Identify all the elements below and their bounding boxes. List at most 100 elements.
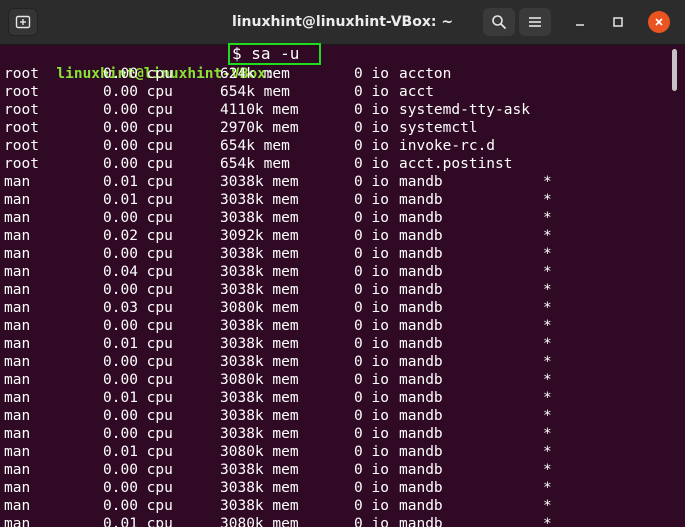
row-cpu: 0.00 cpu <box>103 282 173 298</box>
minimize-button[interactable] <box>570 12 590 32</box>
row-io: 0 io <box>354 462 389 478</box>
row-cpu: 0.01 cpu <box>103 174 173 190</box>
row-mem: 654k mem <box>220 156 290 172</box>
row-cpu: 0.00 cpu <box>103 408 173 424</box>
row-cmd: mandb <box>399 282 443 298</box>
row-user: man <box>4 318 31 334</box>
new-tab-icon <box>15 15 31 29</box>
row-mem: 2970k mem <box>220 120 299 136</box>
row-mem: 3038k mem <box>220 318 299 334</box>
row-user: man <box>4 498 31 514</box>
row-mem: 3038k mem <box>220 174 299 190</box>
row-io: 0 io <box>354 444 389 460</box>
row-flag: * <box>543 210 552 226</box>
row-io: 0 io <box>354 174 389 190</box>
row-flag: * <box>543 444 552 460</box>
search-icon <box>492 15 506 29</box>
row-flag: * <box>543 318 552 334</box>
row-flag: * <box>543 498 552 514</box>
row-user: man <box>4 300 31 316</box>
row-mem: 3038k mem <box>220 336 299 352</box>
maximize-icon <box>613 17 623 27</box>
row-io: 0 io <box>354 516 389 527</box>
row-cmd: mandb <box>399 228 443 244</box>
row-cmd: mandb <box>399 210 443 226</box>
row-cpu: 0.00 cpu <box>103 354 173 370</box>
row-cpu: 0.00 cpu <box>103 426 173 442</box>
row-cpu: 0.00 cpu <box>103 156 173 172</box>
row-flag: * <box>543 426 552 442</box>
row-cmd: mandb <box>399 426 443 442</box>
row-flag: * <box>543 354 552 370</box>
row-cmd: systemd-tty-ask <box>399 102 530 118</box>
row-user: man <box>4 174 31 190</box>
row-user: root <box>4 102 39 118</box>
row-io: 0 io <box>354 390 389 406</box>
row-user: man <box>4 390 31 406</box>
row-cpu: 0.00 cpu <box>103 66 173 82</box>
scrollbar-thumb[interactable] <box>672 49 677 91</box>
row-flag: * <box>543 246 552 262</box>
close-button[interactable] <box>648 11 670 33</box>
row-io: 0 io <box>354 426 389 442</box>
row-flag: * <box>543 480 552 496</box>
row-flag: * <box>543 228 552 244</box>
row-cmd: mandb <box>399 192 443 208</box>
row-mem: 3080k mem <box>220 516 299 527</box>
menu-button[interactable] <box>519 8 551 36</box>
row-user: man <box>4 444 31 460</box>
search-button[interactable] <box>483 8 515 36</box>
row-cpu: 0.00 cpu <box>103 498 173 514</box>
new-tab-button[interactable] <box>8 8 38 36</box>
row-mem: 3038k mem <box>220 426 299 442</box>
row-io: 0 io <box>354 192 389 208</box>
row-cmd: mandb <box>399 480 443 496</box>
row-io: 0 io <box>354 372 389 388</box>
row-cmd: mandb <box>399 498 443 514</box>
row-cpu: 0.00 cpu <box>103 210 173 226</box>
row-cmd: mandb <box>399 174 443 190</box>
row-mem: 3038k mem <box>220 282 299 298</box>
row-io: 0 io <box>354 264 389 280</box>
row-flag: * <box>543 336 552 352</box>
row-mem: 624k mem <box>220 66 290 82</box>
row-cpu: 0.01 cpu <box>103 516 173 527</box>
terminal-output[interactable]: linuxhint@linuxhint-VBox: $ sa -u root 0.… <box>0 43 685 527</box>
row-user: root <box>4 138 39 154</box>
row-cmd: mandb <box>399 462 443 478</box>
row-io: 0 io <box>354 246 389 262</box>
row-mem: 3038k mem <box>220 264 299 280</box>
row-io: 0 io <box>354 210 389 226</box>
row-cmd: mandb <box>399 372 443 388</box>
row-user: root <box>4 120 39 136</box>
row-io: 0 io <box>354 120 389 136</box>
row-user: man <box>4 426 31 442</box>
row-cpu: 0.01 cpu <box>103 336 173 352</box>
row-io: 0 io <box>354 156 389 172</box>
row-user: man <box>4 264 31 280</box>
row-cpu: 0.00 cpu <box>103 480 173 496</box>
row-user: man <box>4 408 31 424</box>
row-cmd: acct.postinst <box>399 156 513 172</box>
title-bar[interactable]: linuxhint@linuxhint-VBox: ~ <box>0 0 685 45</box>
row-cmd: mandb <box>399 444 443 460</box>
row-cpu: 0.00 cpu <box>103 138 173 154</box>
row-io: 0 io <box>354 300 389 316</box>
row-cmd: mandb <box>399 354 443 370</box>
row-cmd: mandb <box>399 264 443 280</box>
row-io: 0 io <box>354 84 389 100</box>
row-cmd: mandb <box>399 390 443 406</box>
row-cpu: 0.01 cpu <box>103 444 173 460</box>
row-flag: * <box>543 390 552 406</box>
row-cpu: 0.00 cpu <box>103 318 173 334</box>
row-cmd: mandb <box>399 336 443 352</box>
row-io: 0 io <box>354 498 389 514</box>
row-flag: * <box>543 282 552 298</box>
row-mem: 654k mem <box>220 138 290 154</box>
row-mem: 3038k mem <box>220 462 299 478</box>
row-cmd: accton <box>399 66 452 82</box>
row-user: man <box>4 480 31 496</box>
maximize-button[interactable] <box>608 12 628 32</box>
row-flag: * <box>543 372 552 388</box>
row-cpu: 0.01 cpu <box>103 390 173 406</box>
